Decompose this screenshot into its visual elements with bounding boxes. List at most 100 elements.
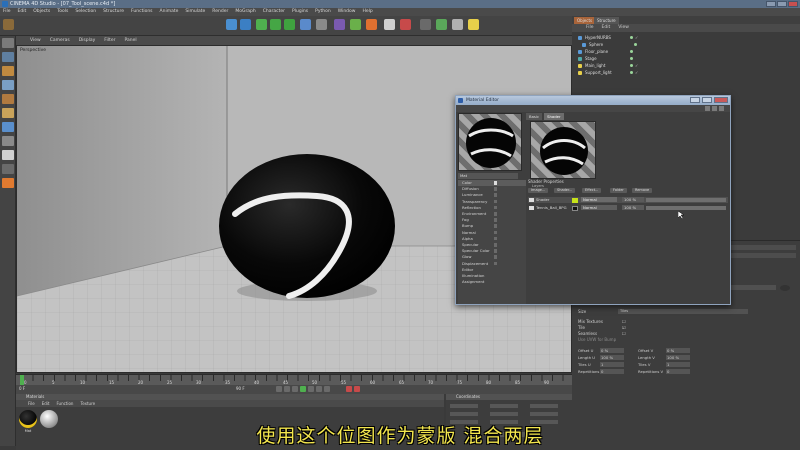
menu-simulate[interactable]: Simulate: [185, 8, 205, 16]
menu-file[interactable]: File: [3, 8, 11, 16]
lock-icon[interactable]: [780, 285, 790, 291]
channel-checkbox[interactable]: [494, 218, 497, 222]
check-icon[interactable]: ✓: [635, 71, 638, 75]
viewport-menu-filter[interactable]: Filter: [104, 36, 115, 45]
blend-mode-select[interactable]: Normal: [581, 205, 617, 210]
object-row[interactable]: Sphere: [582, 42, 652, 48]
offset-u-field[interactable]: 0 %: [600, 348, 624, 353]
materials-menu-function[interactable]: Function: [56, 400, 73, 407]
play-icon[interactable]: [300, 386, 306, 392]
prev-key-icon[interactable]: [284, 386, 290, 392]
render-view-icon[interactable]: [334, 19, 345, 30]
add-image-button[interactable]: Image...: [528, 188, 549, 193]
up-arrow-icon[interactable]: [719, 106, 724, 111]
model-mode-icon[interactable]: [2, 52, 14, 62]
axis-mode-icon[interactable]: [2, 150, 14, 160]
autokey-icon[interactable]: [354, 386, 360, 392]
opacity-field[interactable]: 100 %: [622, 205, 644, 210]
camera-icon[interactable]: [452, 19, 463, 30]
opacity-field[interactable]: 100 %: [622, 197, 644, 202]
channel-checkbox[interactable]: [494, 230, 497, 235]
tab-structure[interactable]: Structure: [594, 17, 619, 24]
channel-checkbox[interactable]: [494, 224, 497, 228]
menu-animate[interactable]: Animate: [160, 8, 179, 16]
menu-functions[interactable]: Functions: [131, 8, 153, 16]
channel-checkbox[interactable]: [494, 236, 497, 241]
channel-item[interactable]: Assignment: [458, 279, 526, 285]
channel-checkbox[interactable]: [494, 243, 497, 247]
channel-checkbox[interactable]: [494, 187, 497, 191]
tiles-v-field[interactable]: 1: [666, 362, 690, 367]
checkbox[interactable]: ☐: [622, 331, 626, 336]
add-shader-button[interactable]: Shader...: [554, 188, 576, 193]
om-menu-view[interactable]: View: [618, 24, 629, 32]
channel-checkbox[interactable]: [494, 181, 497, 185]
remove-button[interactable]: Remove: [632, 188, 653, 193]
goto-end-icon[interactable]: [324, 386, 330, 392]
checkbox[interactable]: ☐: [622, 319, 626, 324]
snap-icon[interactable]: [2, 178, 14, 188]
menu-character[interactable]: Character: [263, 8, 285, 16]
next-frame-icon[interactable]: [308, 386, 314, 392]
material-preview[interactable]: [458, 113, 522, 171]
channel-checkbox[interactable]: [494, 249, 497, 253]
menu-structure[interactable]: Structure: [103, 8, 124, 16]
size-select[interactable]: Tiles: [618, 309, 748, 314]
check-icon[interactable]: ✓: [635, 36, 638, 40]
menu-python[interactable]: Python: [315, 8, 331, 16]
tab-shader[interactable]: Shader: [544, 113, 564, 120]
channel-checkbox[interactable]: [494, 212, 497, 216]
texture-mode-icon[interactable]: [2, 80, 14, 90]
offset-v-field[interactable]: 0 %: [666, 348, 690, 353]
workplane-mode-icon[interactable]: [2, 94, 14, 104]
menu-objects[interactable]: Objects: [33, 8, 50, 16]
opacity-slider[interactable]: [646, 198, 726, 202]
maximize-button[interactable]: [777, 1, 787, 7]
shader-preview[interactable]: [530, 121, 596, 179]
coord-row[interactable]: [450, 404, 568, 408]
object-row[interactable]: HyperNURBS ✓: [578, 35, 648, 41]
tab-basic[interactable]: Basic: [526, 113, 543, 120]
viewport-menu-panel[interactable]: Panel: [124, 36, 136, 45]
deformer-icon[interactable]: [420, 19, 431, 30]
channel-checkbox[interactable]: [494, 205, 497, 210]
checkbox[interactable]: ☑: [622, 325, 626, 330]
layer-visibility-icon[interactable]: [529, 206, 534, 210]
current-frame[interactable]: 0 F: [19, 386, 25, 391]
next-key-icon[interactable]: [316, 386, 322, 392]
tab-objects[interactable]: Objects: [574, 17, 596, 24]
back-arrow-icon[interactable]: [705, 106, 710, 111]
om-menu-edit[interactable]: Edit: [602, 24, 611, 32]
polygons-mode-icon[interactable]: [2, 136, 14, 146]
length-u-field[interactable]: 100 %: [600, 355, 624, 360]
cube-icon[interactable]: [384, 19, 395, 30]
menu-mograph[interactable]: MoGraph: [235, 8, 255, 16]
light-icon[interactable]: [468, 19, 479, 30]
menu-tools[interactable]: Tools: [57, 8, 68, 16]
menu-window[interactable]: Window: [338, 8, 356, 16]
opacity-slider[interactable]: [646, 206, 726, 210]
prev-frame-icon[interactable]: [292, 386, 298, 392]
object-mode-icon[interactable]: [2, 66, 14, 76]
edges-mode-icon[interactable]: [2, 122, 14, 132]
end-frame[interactable]: 90 F: [236, 386, 245, 391]
tweak-mode-icon[interactable]: [2, 164, 14, 174]
nurbs-icon[interactable]: [400, 19, 411, 30]
me-maximize-button[interactable]: [702, 97, 712, 103]
channel-checkbox[interactable]: [494, 261, 497, 266]
render-settings-icon[interactable]: [366, 19, 377, 30]
viewport-menu-cameras[interactable]: Cameras: [50, 36, 70, 45]
timeline[interactable]: 0 5 10 15 20 25 30 35 40 45 50 55 60 65 …: [16, 374, 572, 385]
scale-tool-icon[interactable]: [240, 19, 251, 30]
blend-mode-select[interactable]: Normal: [581, 197, 617, 202]
menu-plugins[interactable]: Plugins: [292, 8, 308, 16]
record-icon[interactable]: [346, 386, 352, 392]
materials-menu-texture[interactable]: Texture: [80, 400, 95, 407]
points-mode-icon[interactable]: [2, 108, 14, 118]
coord-row[interactable]: [450, 412, 568, 416]
coord-system-icon[interactable]: [316, 19, 327, 30]
me-minimize-button[interactable]: [690, 97, 700, 103]
forward-arrow-icon[interactable]: [712, 106, 717, 111]
close-button[interactable]: [788, 1, 798, 7]
object-row[interactable]: Support_light ✓: [578, 70, 648, 76]
